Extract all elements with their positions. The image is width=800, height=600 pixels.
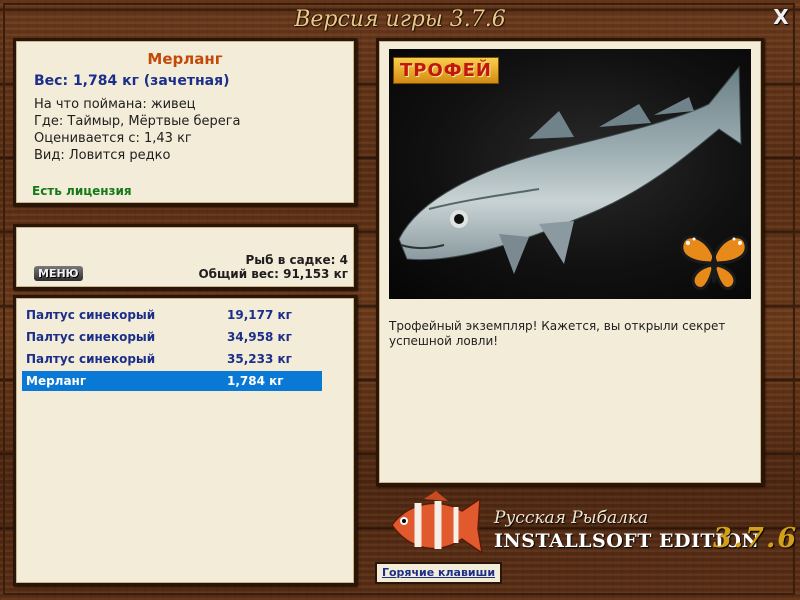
logo-fish-icon [391, 491, 484, 555]
catch-summary-panel: МЕНЮ Рыб в садке: 4 Общий вес: 91,153 кг [13, 224, 357, 290]
window-title: Версия игры 3.7.6 [294, 7, 506, 32]
butterfly-icon [680, 235, 748, 290]
fish-picture-panel: ТРОФЕЙ Трофейный экземпляр! Кажется, вы … [376, 38, 764, 486]
detail-rarity: Вид: Ловится редко [34, 148, 171, 163]
list-item-name: Палтус синекорый [26, 352, 156, 366]
total-weight: Общий вес: 91,153 кг [198, 267, 348, 281]
list-item-weight: 34,958 кг [227, 330, 292, 344]
detail-bait: На что поймана: живец [34, 97, 196, 112]
trophy-description: Трофейный экземпляр! Кажется, вы открыли… [389, 319, 726, 348]
list-item-name: Палтус синекорый [26, 330, 156, 344]
list-item[interactable]: Палтус синекорый 34,958 кг [22, 327, 322, 347]
logo-title: Русская Рыбалка [494, 508, 649, 528]
list-item-weight: 19,177 кг [227, 308, 292, 322]
fish-name: Мерланг [147, 50, 223, 68]
logo-version: 3.7.6 [713, 523, 799, 554]
list-item[interactable]: Палтус синекорый 35,233 кг [22, 349, 322, 369]
fish-weight: Вес: 1,784 кг (зачетная) [34, 73, 230, 89]
license-status: Есть лицензия [32, 184, 132, 198]
fish-info-panel: Мерланг Вес: 1,784 кг (зачетная) На что … [13, 38, 357, 206]
catch-list-panel: Палтус синекорый 19,177 кг Палтус синеко… [13, 295, 357, 586]
detail-location: Где: Таймыр, Мёртвые берега [34, 114, 241, 129]
menu-button[interactable]: МЕНЮ [34, 266, 83, 281]
list-item-weight: 35,233 кг [227, 352, 292, 366]
trophy-badge: ТРОФЕЙ [393, 57, 499, 84]
close-icon[interactable]: X [770, 6, 792, 28]
list-item-selected[interactable]: Мерланг 1,784 кг [22, 371, 322, 391]
hotkeys-button[interactable]: Горячие клавиши [375, 562, 502, 584]
fish-photo: ТРОФЕЙ [389, 49, 751, 299]
list-item-weight: 1,784 кг [227, 374, 284, 388]
list-item-name: Мерланг [26, 374, 87, 388]
list-item[interactable]: Палтус синекорый 19,177 кг [22, 305, 322, 325]
list-item-name: Палтус синекорый [26, 308, 156, 322]
fish-count: Рыб в садке: 4 [245, 253, 349, 267]
detail-rating: Оценивается с: 1,43 кг [34, 131, 192, 146]
